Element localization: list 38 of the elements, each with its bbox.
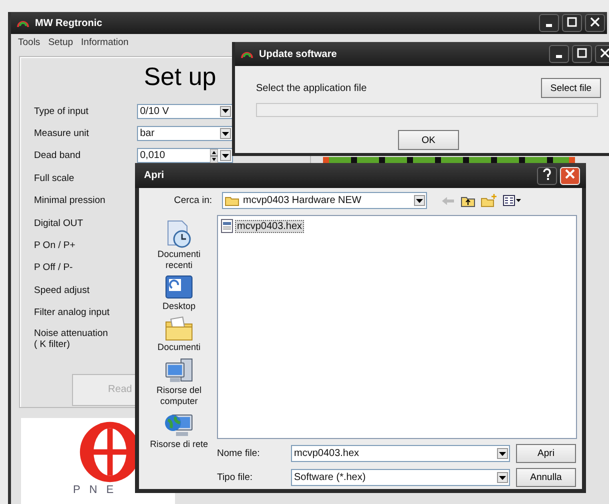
window-title: Apri xyxy=(144,170,164,181)
dropdown-field[interactable]: bar xyxy=(137,126,233,142)
file-item[interactable]: mcvp0403.hex xyxy=(235,220,304,232)
place-item[interactable]: Documenti xyxy=(142,316,216,353)
field-label: Measure unit xyxy=(34,128,90,140)
field-label: Minimal pression xyxy=(34,195,106,206)
field-label: Digital OUT xyxy=(34,218,84,229)
field-label: Type of input xyxy=(34,106,90,117)
place-item[interactable]: Desktop xyxy=(142,275,216,312)
file-name-field[interactable]: mcvp0403.hex xyxy=(291,445,510,462)
menu-item[interactable]: Tools xyxy=(18,37,40,49)
field-label: P Off / P- xyxy=(34,262,74,274)
window-title: Update software xyxy=(259,48,337,60)
place-item[interactable]: Documenti recenti xyxy=(142,215,216,271)
field-label: Full scale xyxy=(34,172,76,184)
cancel-button[interactable]: Annulla xyxy=(516,468,576,487)
menu-item[interactable]: Setup xyxy=(48,37,74,49)
window-title: MW Regtronic xyxy=(35,18,102,28)
logo-text: P N E xyxy=(73,484,117,496)
file-type-dropdown[interactable]: Software (*.hex) xyxy=(291,469,510,486)
setup-heading: Set up xyxy=(144,63,216,92)
ok-button[interactable]: OK xyxy=(398,130,459,150)
field-label: P On / P+ xyxy=(34,240,76,252)
look-in-dropdown[interactable]: mcvp0403 Hardware NEW xyxy=(222,192,427,209)
field-label: Speed adjust xyxy=(34,284,90,296)
field-label: Dead band xyxy=(34,150,82,162)
look-in-label: Cerca in: xyxy=(172,195,212,206)
field-label: Noise attenuation ( K filter) xyxy=(34,328,109,350)
dropdown-field[interactable]: 0/10 V xyxy=(137,104,233,119)
select-file-button[interactable]: Select file xyxy=(541,78,601,98)
spin-field[interactable]: 0,010 xyxy=(137,148,233,164)
prompt-text: Select the application file xyxy=(256,82,367,94)
file-type-label: Tipo file: xyxy=(217,472,254,483)
file-name-label: Nome file: xyxy=(217,448,261,459)
menu-item[interactable]: Information xyxy=(81,37,129,49)
field-label: Filter analog input xyxy=(34,307,111,318)
open-button[interactable]: Apri xyxy=(516,444,576,463)
place-item[interactable]: Risorse di rete xyxy=(142,411,216,450)
